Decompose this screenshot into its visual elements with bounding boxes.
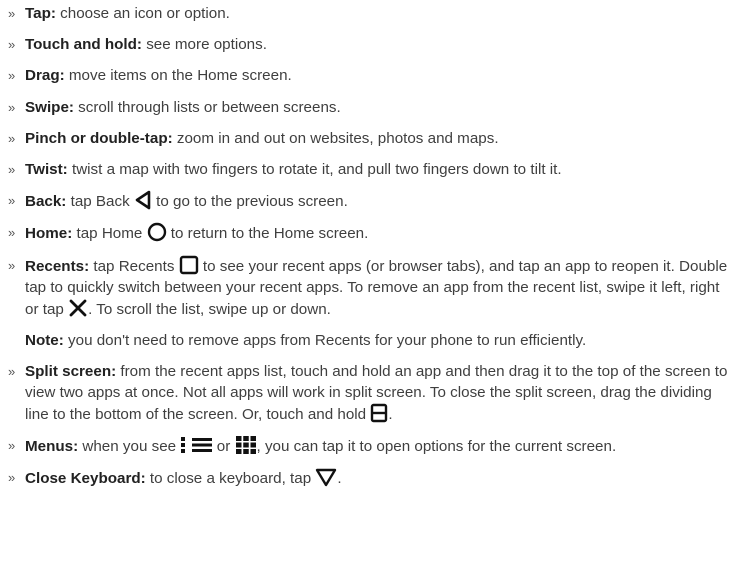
term-label: Menus: (25, 438, 79, 456)
item-description: see more options. (141, 36, 267, 54)
item-description: tap Back (66, 193, 134, 211)
item-description: to close a keyboard, tap (145, 470, 316, 488)
term-label: Twist: (25, 160, 68, 178)
item-description: choose an icon or option. (55, 5, 230, 22)
bullet: » (8, 37, 16, 53)
gestures-document: » Tap: choose an icon or option. » Touch a… (0, 0, 732, 489)
list-item-split-screen: » Split screen: from the recent apps list… (8, 361, 732, 425)
split-screen-icon (370, 403, 388, 423)
item-description: or (212, 438, 235, 456)
bullet: » (8, 470, 16, 486)
term-label: Back: (25, 193, 67, 211)
list-item-recents: » Recents: tap Recents to see your recent… (8, 255, 732, 320)
note-paragraph: Note: you don't need to remove apps from… (8, 330, 732, 351)
back-triangle-icon (134, 190, 152, 210)
term-label: Home: (25, 225, 73, 243)
bullet: » (8, 193, 16, 209)
item-description: tap Recents (89, 257, 179, 275)
bullet: » (8, 225, 16, 241)
item-description: when you see (78, 438, 181, 456)
list-item-back: » Back: tap Back to go to the previous sc… (8, 190, 732, 212)
home-circle-icon (147, 222, 167, 242)
item-description: . To scroll the list, swipe up or down. (88, 300, 331, 318)
item-description: zoom in and out on websites, photos and … (172, 129, 499, 147)
term-label: Touch and hold: (25, 36, 142, 54)
term-label: Pinch or double-tap: (25, 129, 173, 147)
list-item-menus: » Menus: when you see or , you can tap it… (8, 435, 732, 457)
list-item-touch-and-hold: » Touch and hold: see more options. (8, 34, 732, 55)
item-description: , you can tap it to open options for the… (256, 438, 617, 456)
list-item-pinch: » Pinch or double-tap: zoom in and out on… (8, 128, 732, 149)
grid-menu-icon (235, 435, 257, 455)
bullet: » (8, 161, 16, 177)
recents-square-icon (179, 255, 199, 275)
bullet: » (8, 130, 16, 146)
term-label: Tap: (25, 5, 56, 22)
term-label: Close Keyboard: (25, 470, 146, 488)
list-item-close-keyboard: » Close Keyboard: to close a keyboard, ta… (8, 467, 732, 489)
note-text: you don't need to remove apps from Recen… (63, 331, 587, 349)
term-label: Recents: (25, 257, 90, 275)
item-description: twist a map with two fingers to rotate i… (67, 160, 562, 178)
keyboard-close-icon (315, 467, 337, 487)
list-item-tap: » Tap: choose an icon or option. (8, 3, 732, 24)
item-description: to go to the previous screen. (151, 193, 348, 211)
hamburger-menu-icon (191, 435, 213, 455)
term-label: Drag: (25, 67, 65, 85)
item-description: move items on the Home screen. (64, 67, 292, 85)
list-item-twist: » Twist: twist a map with two fingers to … (8, 159, 732, 180)
term-label: Split screen: (25, 362, 117, 380)
close-x-icon (68, 298, 88, 318)
item-description: . (337, 470, 342, 488)
item-description: . (388, 405, 393, 423)
item-description: tap Home (72, 225, 147, 243)
item-description: to return to the Home screen. (166, 225, 369, 243)
list-item-swipe: » Swipe: scroll through lists or between … (8, 97, 732, 118)
bullet: » (8, 438, 16, 454)
bullet: » (8, 257, 16, 273)
bullet: » (8, 99, 16, 115)
term-label: Swipe: (25, 98, 74, 116)
list-item-drag: » Drag: move items on the Home screen. (8, 65, 732, 86)
bullet: » (8, 363, 16, 379)
list-item-home: » Home: tap Home to return to the Home sc… (8, 222, 732, 244)
bullet: » (8, 68, 16, 84)
note-label: Note: (25, 331, 64, 349)
bullet: » (8, 6, 16, 21)
item-description: scroll through lists or between screens. (73, 98, 341, 116)
